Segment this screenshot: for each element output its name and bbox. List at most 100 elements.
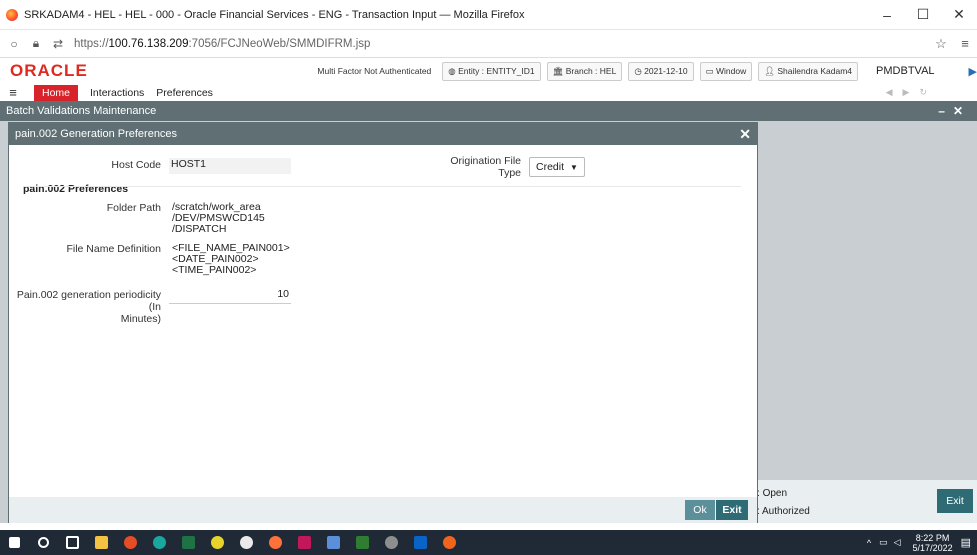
dialog-header: pain.002 Generation Preferences ✕ xyxy=(9,123,757,145)
menu-interactions[interactable]: Interactions xyxy=(90,87,144,99)
host-code-field[interactable]: HOST1 xyxy=(169,158,291,174)
task-view-icon[interactable] xyxy=(58,530,87,555)
url-field[interactable]: https://100.76.138.209:7056/FCJNeoWeb/SM… xyxy=(74,38,929,50)
background-window-controls[interactable]: –✕ xyxy=(938,104,971,118)
app-header: ORACLE Multi Factor Not Authenticated ◍ … xyxy=(0,58,977,84)
file-name-line: <TIME_PAIN002> xyxy=(172,264,257,276)
folder-path-line: /DISPATCH xyxy=(172,223,227,235)
user-button[interactable]: 👤︎ Shailendra Kadam4 xyxy=(758,61,859,81)
origination-row: Origination File Type Credit ▼ xyxy=(429,155,585,179)
edge-icon[interactable] xyxy=(145,530,174,555)
volume-icon[interactable]: ◁ xyxy=(894,537,901,548)
branch-button[interactable]: 🏛︎ Branch : HEL xyxy=(546,61,623,81)
date-button[interactable]: ◷ 2021-12-10 xyxy=(628,61,694,81)
app-icon[interactable] xyxy=(348,530,377,555)
play-icon[interactable]: ▶ xyxy=(969,65,977,78)
background-exit-button[interactable]: Exit xyxy=(937,489,973,513)
branch-label: Branch : HEL xyxy=(565,65,617,76)
file-name-field[interactable]: <FILE_NAME_PAIN001> <DATE_PAIN002> <TIME… xyxy=(172,243,290,276)
chevron-up-icon[interactable]: ^ xyxy=(867,538,871,548)
app-icon[interactable] xyxy=(377,530,406,555)
clock-time: 8:22 PM xyxy=(915,532,950,543)
chrome-icon[interactable] xyxy=(116,530,145,555)
url-path: :7056/FCJNeoWeb/SMMDIFRM.jsp xyxy=(188,37,371,50)
dialog-title: pain.002 Generation Preferences xyxy=(15,128,178,140)
status-open-label: Open xyxy=(762,488,788,499)
periodicity-input[interactable]: 10 xyxy=(169,289,291,304)
shield-icon[interactable]: ○ xyxy=(6,37,22,51)
window-button[interactable]: ▭ Window xyxy=(699,61,753,81)
folder-path-field[interactable]: /scratch/work_area /DEV/PMSWCD145 /DISPA… xyxy=(172,202,265,235)
windows-start-icon[interactable] xyxy=(0,530,29,555)
mfa-status: Multi Factor Not Authenticated xyxy=(317,66,432,76)
periodicity-row: Pain.002 generation periodicity (In Minu… xyxy=(9,289,291,325)
periodicity-label-line: Minutes) xyxy=(120,313,161,325)
window-title: SRKADAM4 - HEL - HEL - 000 - Oracle Fina… xyxy=(24,8,525,21)
app-icon[interactable] xyxy=(435,530,464,555)
maximize-button[interactable]: ☐ xyxy=(905,6,941,23)
server-name: PMDBTVAL xyxy=(876,65,935,77)
ok-button[interactable]: Ok xyxy=(685,500,715,520)
origination-value: Credit xyxy=(536,161,565,173)
user-label: Shailendra Kadam4 xyxy=(777,65,853,76)
origination-select[interactable]: Credit ▼ xyxy=(529,157,585,177)
menu-preferences[interactable]: Preferences xyxy=(156,87,213,99)
url-bar: ○ 🔒︎ ⇄ https://100.76.138.209:7056/FCJNe… xyxy=(0,30,977,58)
tab-navigation-icons[interactable]: ◀▶↻ xyxy=(886,87,937,98)
file-name-row: File Name Definition <FILE_NAME_PAIN001>… xyxy=(9,243,290,276)
search-icon[interactable] xyxy=(29,530,58,555)
folder-path-row: Folder Path /scratch/work_area /DEV/PMSW… xyxy=(9,202,265,235)
browser-titlebar: SRKADAM4 - HEL - HEL - 000 - Oracle Fina… xyxy=(0,0,977,30)
chevron-down-icon: ▼ xyxy=(570,162,578,172)
windows-taskbar: ^ ▭ ◁ 8:22 PM 5/17/2022 ▤ xyxy=(0,530,977,555)
firefox-taskbar-icon[interactable] xyxy=(261,530,290,555)
system-tray: ^ ▭ ◁ 8:22 PM 5/17/2022 ▤ xyxy=(867,533,977,553)
file-explorer-icon[interactable] xyxy=(87,530,116,555)
oracle-logo: ORACLE xyxy=(10,61,88,80)
user-icon: 👤︎ xyxy=(764,65,778,76)
pain002-preferences-dialog: pain.002 Generation Preferences ✕ Host C… xyxy=(8,122,758,523)
host-code-label: Host Code xyxy=(111,159,161,171)
bank-icon: 🏛︎ xyxy=(552,65,566,76)
url-prefix: https:// xyxy=(74,37,109,50)
background-window-header: Batch Validations Maintenance –✕ xyxy=(0,101,977,121)
menu-icon[interactable]: ≡ xyxy=(953,36,977,51)
host-code-row: Host Code HOST1 xyxy=(9,158,291,174)
entity-button[interactable]: ◍ Entity : ENTITY_ID1 xyxy=(442,61,541,81)
date-label: 2021-12-10 xyxy=(644,65,688,76)
minimize-button[interactable]: – xyxy=(869,7,905,23)
app-icon[interactable] xyxy=(290,530,319,555)
clock[interactable]: 8:22 PM 5/17/2022 xyxy=(913,533,953,553)
clock-icon: ◷ xyxy=(634,65,645,76)
folder-path-label: Folder Path xyxy=(106,202,161,214)
status-authorized-label: Authorized xyxy=(762,506,810,517)
notification-icon[interactable]: ▤ xyxy=(961,536,971,549)
lock-icon[interactable]: 🔒︎ xyxy=(28,36,44,51)
section-title: pain.002 Preferences xyxy=(23,183,129,195)
periodicity-label: Pain.002 generation periodicity (In Minu… xyxy=(9,289,161,325)
close-icon[interactable]: ✕ xyxy=(739,126,751,143)
exit-button[interactable]: Exit xyxy=(716,500,748,520)
close-window-button[interactable]: ✕ xyxy=(941,6,977,23)
app-icon[interactable] xyxy=(232,530,261,555)
bookmark-star-icon[interactable]: ☆ xyxy=(929,36,953,52)
firefox-icon xyxy=(6,8,18,21)
entity-label: Entity : ENTITY_ID1 xyxy=(458,65,535,76)
menu-home[interactable]: Home xyxy=(34,84,79,101)
periodicity-label-line: Pain.002 generation periodicity (In xyxy=(16,289,161,313)
hamburger-icon[interactable]: ≡ xyxy=(2,85,24,100)
outlook-icon[interactable] xyxy=(406,530,435,555)
globe-icon: ◍ xyxy=(448,65,459,76)
clock-date: 5/17/2022 xyxy=(912,542,953,553)
network-icon[interactable]: ▭ xyxy=(879,537,888,548)
window-label: Window xyxy=(715,65,747,76)
window-icon: ▭ xyxy=(705,65,716,76)
excel-icon[interactable] xyxy=(174,530,203,555)
app-icon[interactable] xyxy=(203,530,232,555)
menu-bar: ≡ Home Interactions Preferences ◀▶↻ xyxy=(0,84,977,101)
app-icon[interactable] xyxy=(319,530,348,555)
origination-label: Origination File Type xyxy=(450,155,521,179)
url-host: 100.76.138.209 xyxy=(108,37,189,50)
file-name-label: File Name Definition xyxy=(66,243,161,255)
permissions-icon[interactable]: ⇄ xyxy=(50,37,66,51)
